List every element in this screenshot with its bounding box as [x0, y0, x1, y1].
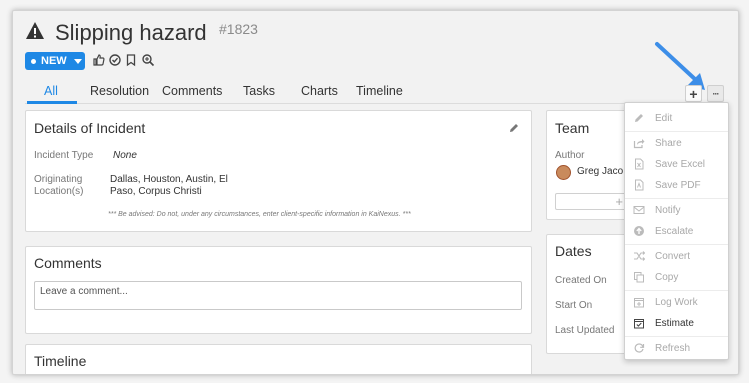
- menu-item-label: Save Excel: [655, 158, 706, 170]
- menu-item-log-work[interactable]: Log Work: [633, 294, 698, 310]
- team-card: Team Author Greg Jaco +: [546, 110, 631, 220]
- active-tab-indicator: [27, 101, 77, 104]
- menu-item-label: Notify: [655, 204, 681, 216]
- zoom-in-icon[interactable]: [141, 53, 155, 67]
- advisory-note: *** Be advised: Do not, under any circum…: [108, 211, 411, 218]
- menu-item-label: Copy: [655, 271, 679, 283]
- warning-icon: [26, 22, 44, 39]
- refresh-icon: [634, 343, 645, 353]
- menu-item-refresh[interactable]: Refresh: [633, 340, 690, 356]
- dates-card: Dates Created On Start On Last Updated: [546, 234, 631, 354]
- check-circle-icon[interactable]: [108, 53, 122, 67]
- menu-item-copy[interactable]: Copy: [633, 269, 678, 285]
- tabs-divider: [25, 103, 726, 104]
- incident-type-label: Incident Type: [34, 150, 94, 161]
- menu-item-label: Save PDF: [655, 179, 701, 191]
- menu-item-share[interactable]: Share: [633, 135, 682, 151]
- menu-divider: [625, 198, 728, 199]
- ticket-number: #1823: [219, 21, 258, 37]
- menu-item-label: Log Work: [655, 296, 698, 308]
- menu-item-convert[interactable]: Convert: [633, 248, 690, 264]
- comments-title: Comments: [34, 255, 102, 271]
- chevron-down-icon: [73, 58, 82, 64]
- created-on-label: Created On: [555, 275, 607, 286]
- thumbs-up-icon[interactable]: [92, 53, 106, 67]
- share-icon: [633, 139, 645, 149]
- more-actions-button[interactable]: ···: [707, 85, 724, 102]
- envelope-icon: [633, 206, 645, 214]
- status-label: NEW: [41, 55, 67, 67]
- add-team-member-button[interactable]: +: [555, 193, 630, 210]
- tab-all[interactable]: All: [44, 84, 58, 98]
- start-on-label: Start On: [555, 300, 593, 311]
- status-dot-icon: [31, 58, 36, 64]
- app-window: Slipping hazard #1823 NEW All Resolution…: [12, 10, 739, 375]
- menu-divider: [625, 244, 728, 245]
- add-button[interactable]: +: [685, 85, 702, 102]
- timeline-card: Timeline: [25, 344, 532, 374]
- actions-menu: Edit Share Save Excel Save PDF Notify Es…: [624, 102, 729, 360]
- menu-item-edit[interactable]: Edit: [633, 110, 672, 126]
- last-updated-label: Last Updated: [555, 325, 615, 336]
- location-label-line1: Originating: [34, 174, 83, 185]
- copy-icon: [634, 272, 644, 283]
- comment-input[interactable]: Leave a comment...: [34, 281, 522, 310]
- menu-item-label: Estimate: [655, 317, 694, 329]
- calendar-check-icon: [634, 319, 644, 329]
- author-label: Author: [555, 150, 585, 161]
- tab-charts[interactable]: Charts: [301, 84, 338, 98]
- tab-resolution[interactable]: Resolution: [90, 84, 149, 98]
- dates-title: Dates: [555, 243, 592, 259]
- menu-item-label: Escalate: [655, 225, 694, 237]
- tab-comments[interactable]: Comments: [162, 84, 222, 98]
- comments-card: Comments Leave a comment...: [25, 246, 532, 334]
- arrow-annotation-icon: [655, 42, 705, 90]
- status-dropdown[interactable]: NEW: [25, 52, 85, 70]
- pdf-file-icon: [635, 179, 644, 191]
- menu-item-estimate[interactable]: Estimate: [633, 315, 694, 331]
- menu-item-notify[interactable]: Notify: [633, 202, 681, 218]
- excel-file-icon: [635, 158, 644, 170]
- menu-item-label: Edit: [655, 112, 673, 124]
- details-card: Details of Incident Incident Type None O…: [25, 110, 532, 232]
- avatar: [556, 165, 571, 180]
- location-value-line2: Paso, Corpus Christi: [110, 186, 202, 197]
- calendar-plus-icon: [634, 298, 644, 308]
- tab-tasks[interactable]: Tasks: [243, 84, 275, 98]
- incident-type-value: None: [113, 150, 137, 161]
- pencil-icon[interactable]: [508, 122, 520, 134]
- shuffle-icon: [634, 251, 645, 261]
- menu-item-label: Refresh: [655, 342, 691, 354]
- location-label-line2: Location(s): [34, 186, 84, 197]
- menu-item-label: Share: [655, 137, 682, 149]
- page-title: Slipping hazard: [55, 20, 207, 45]
- menu-divider: [625, 131, 728, 132]
- details-title: Details of Incident: [34, 120, 146, 136]
- pencil-icon: [635, 114, 643, 122]
- menu-divider: [625, 336, 728, 337]
- menu-divider: [625, 290, 728, 291]
- team-title: Team: [555, 120, 590, 136]
- menu-item-save-pdf[interactable]: Save PDF: [633, 177, 701, 193]
- arrow-up-circle-icon: [634, 226, 644, 236]
- tab-timeline[interactable]: Timeline: [356, 84, 403, 98]
- author-name[interactable]: Greg Jaco: [577, 166, 623, 178]
- timeline-title: Timeline: [34, 353, 87, 369]
- menu-item-save-excel[interactable]: Save Excel: [633, 156, 705, 172]
- menu-item-escalate[interactable]: Escalate: [633, 223, 693, 239]
- location-value-line1: Dallas, Houston, Austin, El: [110, 174, 228, 185]
- bookmark-icon[interactable]: [124, 53, 138, 67]
- menu-item-label: Convert: [655, 250, 691, 262]
